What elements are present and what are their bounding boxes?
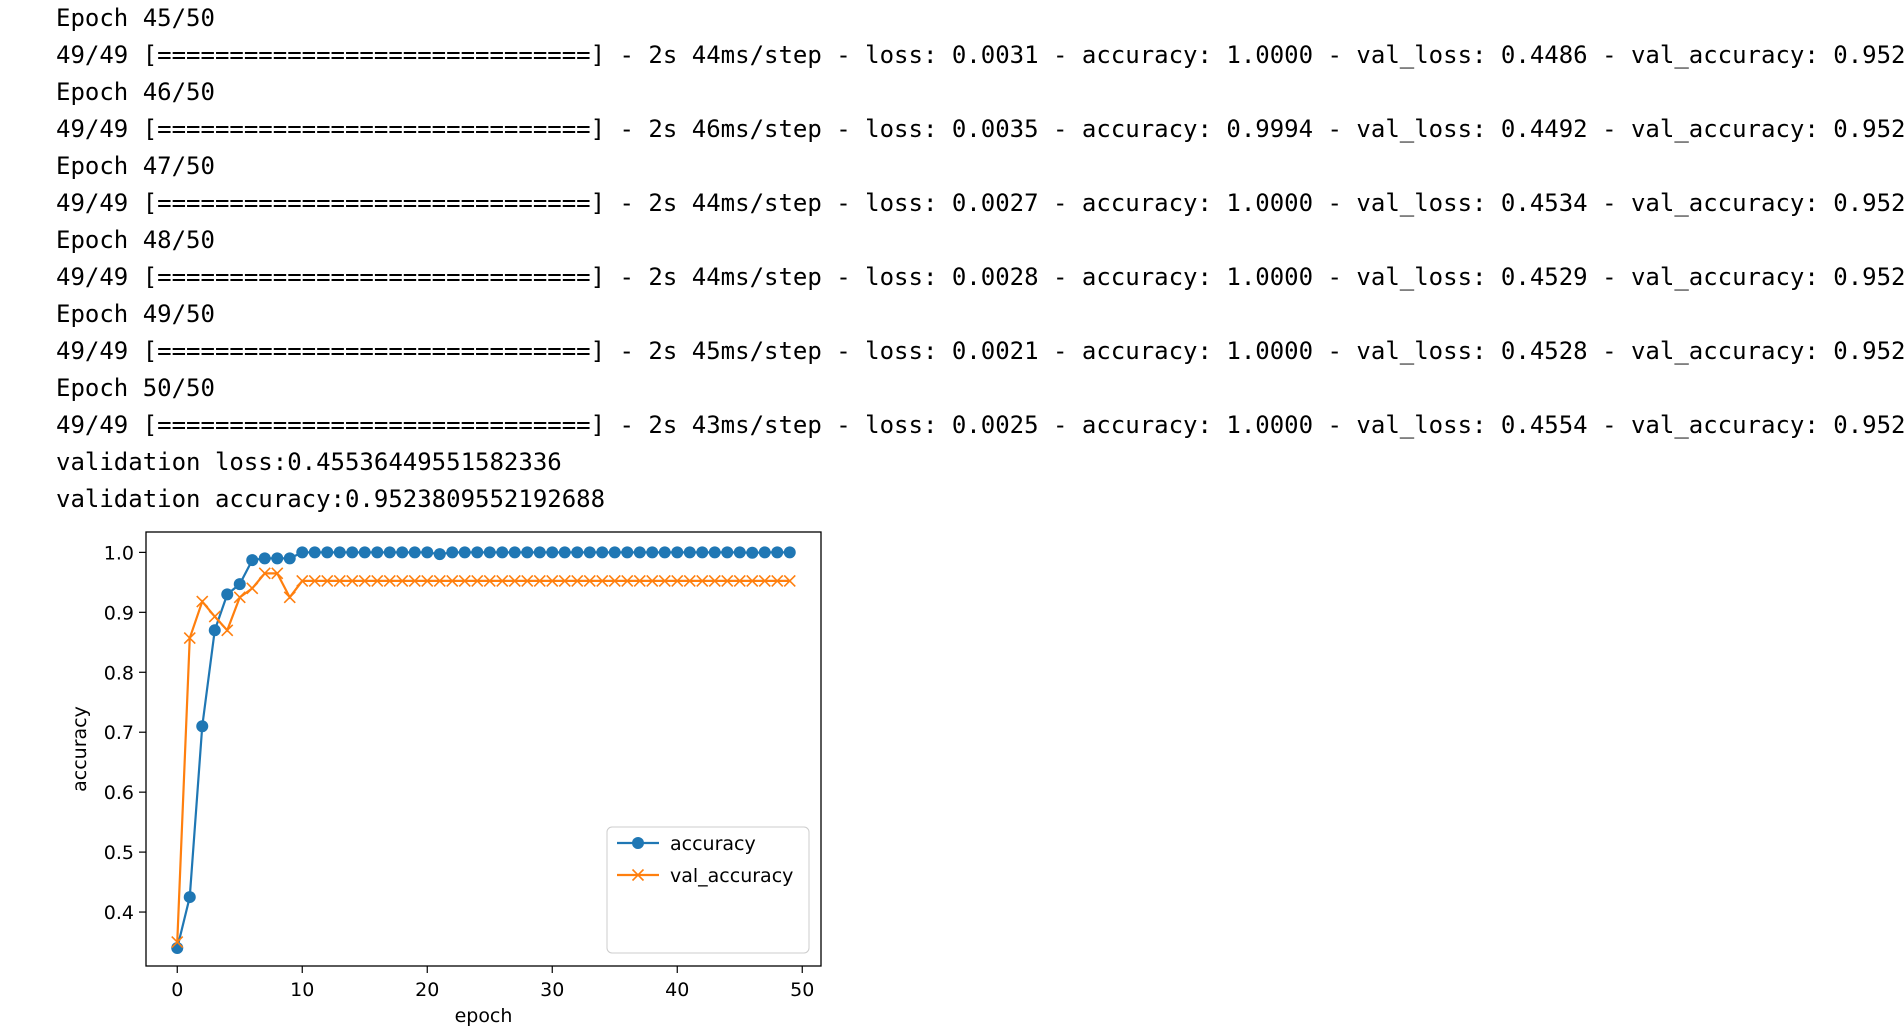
data-point-accuracy bbox=[608, 546, 621, 559]
log-line-epoch-header: Epoch 46/50 bbox=[56, 78, 215, 106]
data-point-accuracy bbox=[296, 546, 309, 559]
log-line-progress: 49/49 [==============================] -… bbox=[56, 263, 1904, 291]
data-point-val_accuracy bbox=[283, 591, 296, 604]
data-point-accuracy bbox=[558, 546, 571, 559]
y-tick-label: 0.4 bbox=[104, 902, 134, 924]
data-point-accuracy bbox=[708, 546, 721, 559]
data-point-val_accuracy bbox=[221, 624, 234, 637]
data-point-accuracy bbox=[533, 546, 546, 559]
data-point-accuracy bbox=[221, 588, 234, 601]
data-point-accuracy bbox=[671, 546, 684, 559]
data-point-accuracy bbox=[321, 546, 334, 559]
legend-label: accuracy bbox=[670, 833, 756, 855]
data-point-accuracy bbox=[346, 546, 359, 559]
accuracy-chart: 0 10 20 30 40 50 0.4 0.5 0.6 0.7 0.8 0.9 1.0 epoch a… bbox=[0, 500, 840, 1035]
x-tick-label: 40 bbox=[665, 979, 689, 1001]
x-tick-label: 0 bbox=[171, 979, 183, 1001]
data-point-accuracy bbox=[396, 546, 409, 559]
data-point-accuracy bbox=[783, 546, 796, 559]
data-point-accuracy bbox=[621, 546, 634, 559]
log-line-epoch-header: Epoch 50/50 bbox=[56, 374, 215, 402]
data-point-accuracy bbox=[271, 552, 284, 565]
data-point-accuracy bbox=[196, 720, 209, 733]
data-point-accuracy bbox=[371, 546, 384, 559]
training-log: Epoch 45/50 49/49 [=====================… bbox=[56, 0, 1904, 518]
log-line-progress: 49/49 [==============================] -… bbox=[56, 115, 1904, 143]
y-tick-label: 0.5 bbox=[104, 842, 134, 864]
data-point-val_accuracy bbox=[246, 582, 259, 595]
data-point-accuracy bbox=[471, 546, 484, 559]
data-point-accuracy bbox=[458, 546, 471, 559]
data-point-val_accuracy bbox=[196, 595, 209, 608]
y-tick-label: 1.0 bbox=[104, 542, 134, 564]
validation-loss-line: validation loss:0.45536449551582336 bbox=[56, 448, 562, 476]
data-point-accuracy bbox=[283, 552, 296, 565]
x-axis-label: epoch bbox=[455, 1005, 513, 1027]
data-point-accuracy bbox=[496, 546, 509, 559]
data-point-accuracy bbox=[383, 546, 396, 559]
data-point-accuracy bbox=[746, 546, 759, 559]
data-point-accuracy bbox=[333, 546, 346, 559]
data-point-accuracy bbox=[483, 546, 496, 559]
data-point-accuracy bbox=[183, 891, 196, 904]
data-point-accuracy bbox=[758, 546, 771, 559]
legend: accuracy val_accuracy bbox=[606, 826, 810, 954]
data-point-accuracy bbox=[683, 546, 696, 559]
data-point-accuracy bbox=[571, 546, 584, 559]
data-point-accuracy bbox=[508, 546, 521, 559]
data-point-accuracy bbox=[308, 546, 321, 559]
x-tick-label: 30 bbox=[540, 979, 564, 1001]
log-line-progress: 49/49 [==============================] -… bbox=[56, 189, 1904, 217]
x-tick-label: 20 bbox=[415, 979, 439, 1001]
y-tick-label: 0.9 bbox=[104, 602, 134, 624]
x-tick-label: 10 bbox=[290, 979, 314, 1001]
data-point-accuracy bbox=[696, 546, 709, 559]
data-point-accuracy bbox=[358, 546, 371, 559]
data-point-accuracy bbox=[421, 546, 434, 559]
data-point-accuracy bbox=[633, 546, 646, 559]
data-point-accuracy bbox=[446, 546, 459, 559]
data-point-accuracy bbox=[596, 546, 609, 559]
data-point-accuracy bbox=[721, 546, 734, 559]
accuracy-chart-svg: 0 10 20 30 40 50 0.4 0.5 0.6 0.7 0.8 0.9 1.0 epoch a… bbox=[69, 531, 822, 1027]
data-point-accuracy bbox=[246, 554, 259, 567]
log-line-epoch-header: Epoch 45/50 bbox=[56, 4, 215, 32]
data-point-accuracy bbox=[583, 546, 596, 559]
legend-label: val_accuracy bbox=[670, 865, 793, 887]
data-point-accuracy bbox=[208, 624, 221, 637]
log-line-progress: 49/49 [==============================] -… bbox=[56, 41, 1904, 69]
data-point-accuracy bbox=[433, 548, 446, 561]
data-point-accuracy bbox=[771, 546, 784, 559]
data-point-accuracy bbox=[408, 546, 421, 559]
data-point-accuracy bbox=[233, 578, 246, 591]
log-line-progress: 49/49 [==============================] -… bbox=[56, 411, 1904, 439]
y-axis-label: accuracy bbox=[69, 706, 91, 792]
data-point-accuracy bbox=[546, 546, 559, 559]
y-tick-label: 0.7 bbox=[104, 722, 134, 744]
data-point-val_accuracy bbox=[233, 591, 246, 604]
y-tick-label: 0.6 bbox=[104, 782, 134, 804]
data-point-accuracy bbox=[171, 942, 184, 955]
data-point-accuracy bbox=[658, 546, 671, 559]
data-point-accuracy bbox=[733, 546, 746, 559]
log-line-epoch-header: Epoch 47/50 bbox=[56, 152, 215, 180]
x-tick-label: 50 bbox=[790, 979, 814, 1001]
data-point-accuracy bbox=[521, 546, 534, 559]
log-line-epoch-header: Epoch 48/50 bbox=[56, 226, 215, 254]
y-tick-label: 0.8 bbox=[104, 662, 134, 684]
legend-marker bbox=[632, 837, 644, 849]
data-point-accuracy bbox=[258, 552, 271, 565]
data-point-accuracy bbox=[646, 546, 659, 559]
log-line-progress: 49/49 [==============================] -… bbox=[56, 337, 1904, 365]
log-line-epoch-header: Epoch 49/50 bbox=[56, 300, 215, 328]
